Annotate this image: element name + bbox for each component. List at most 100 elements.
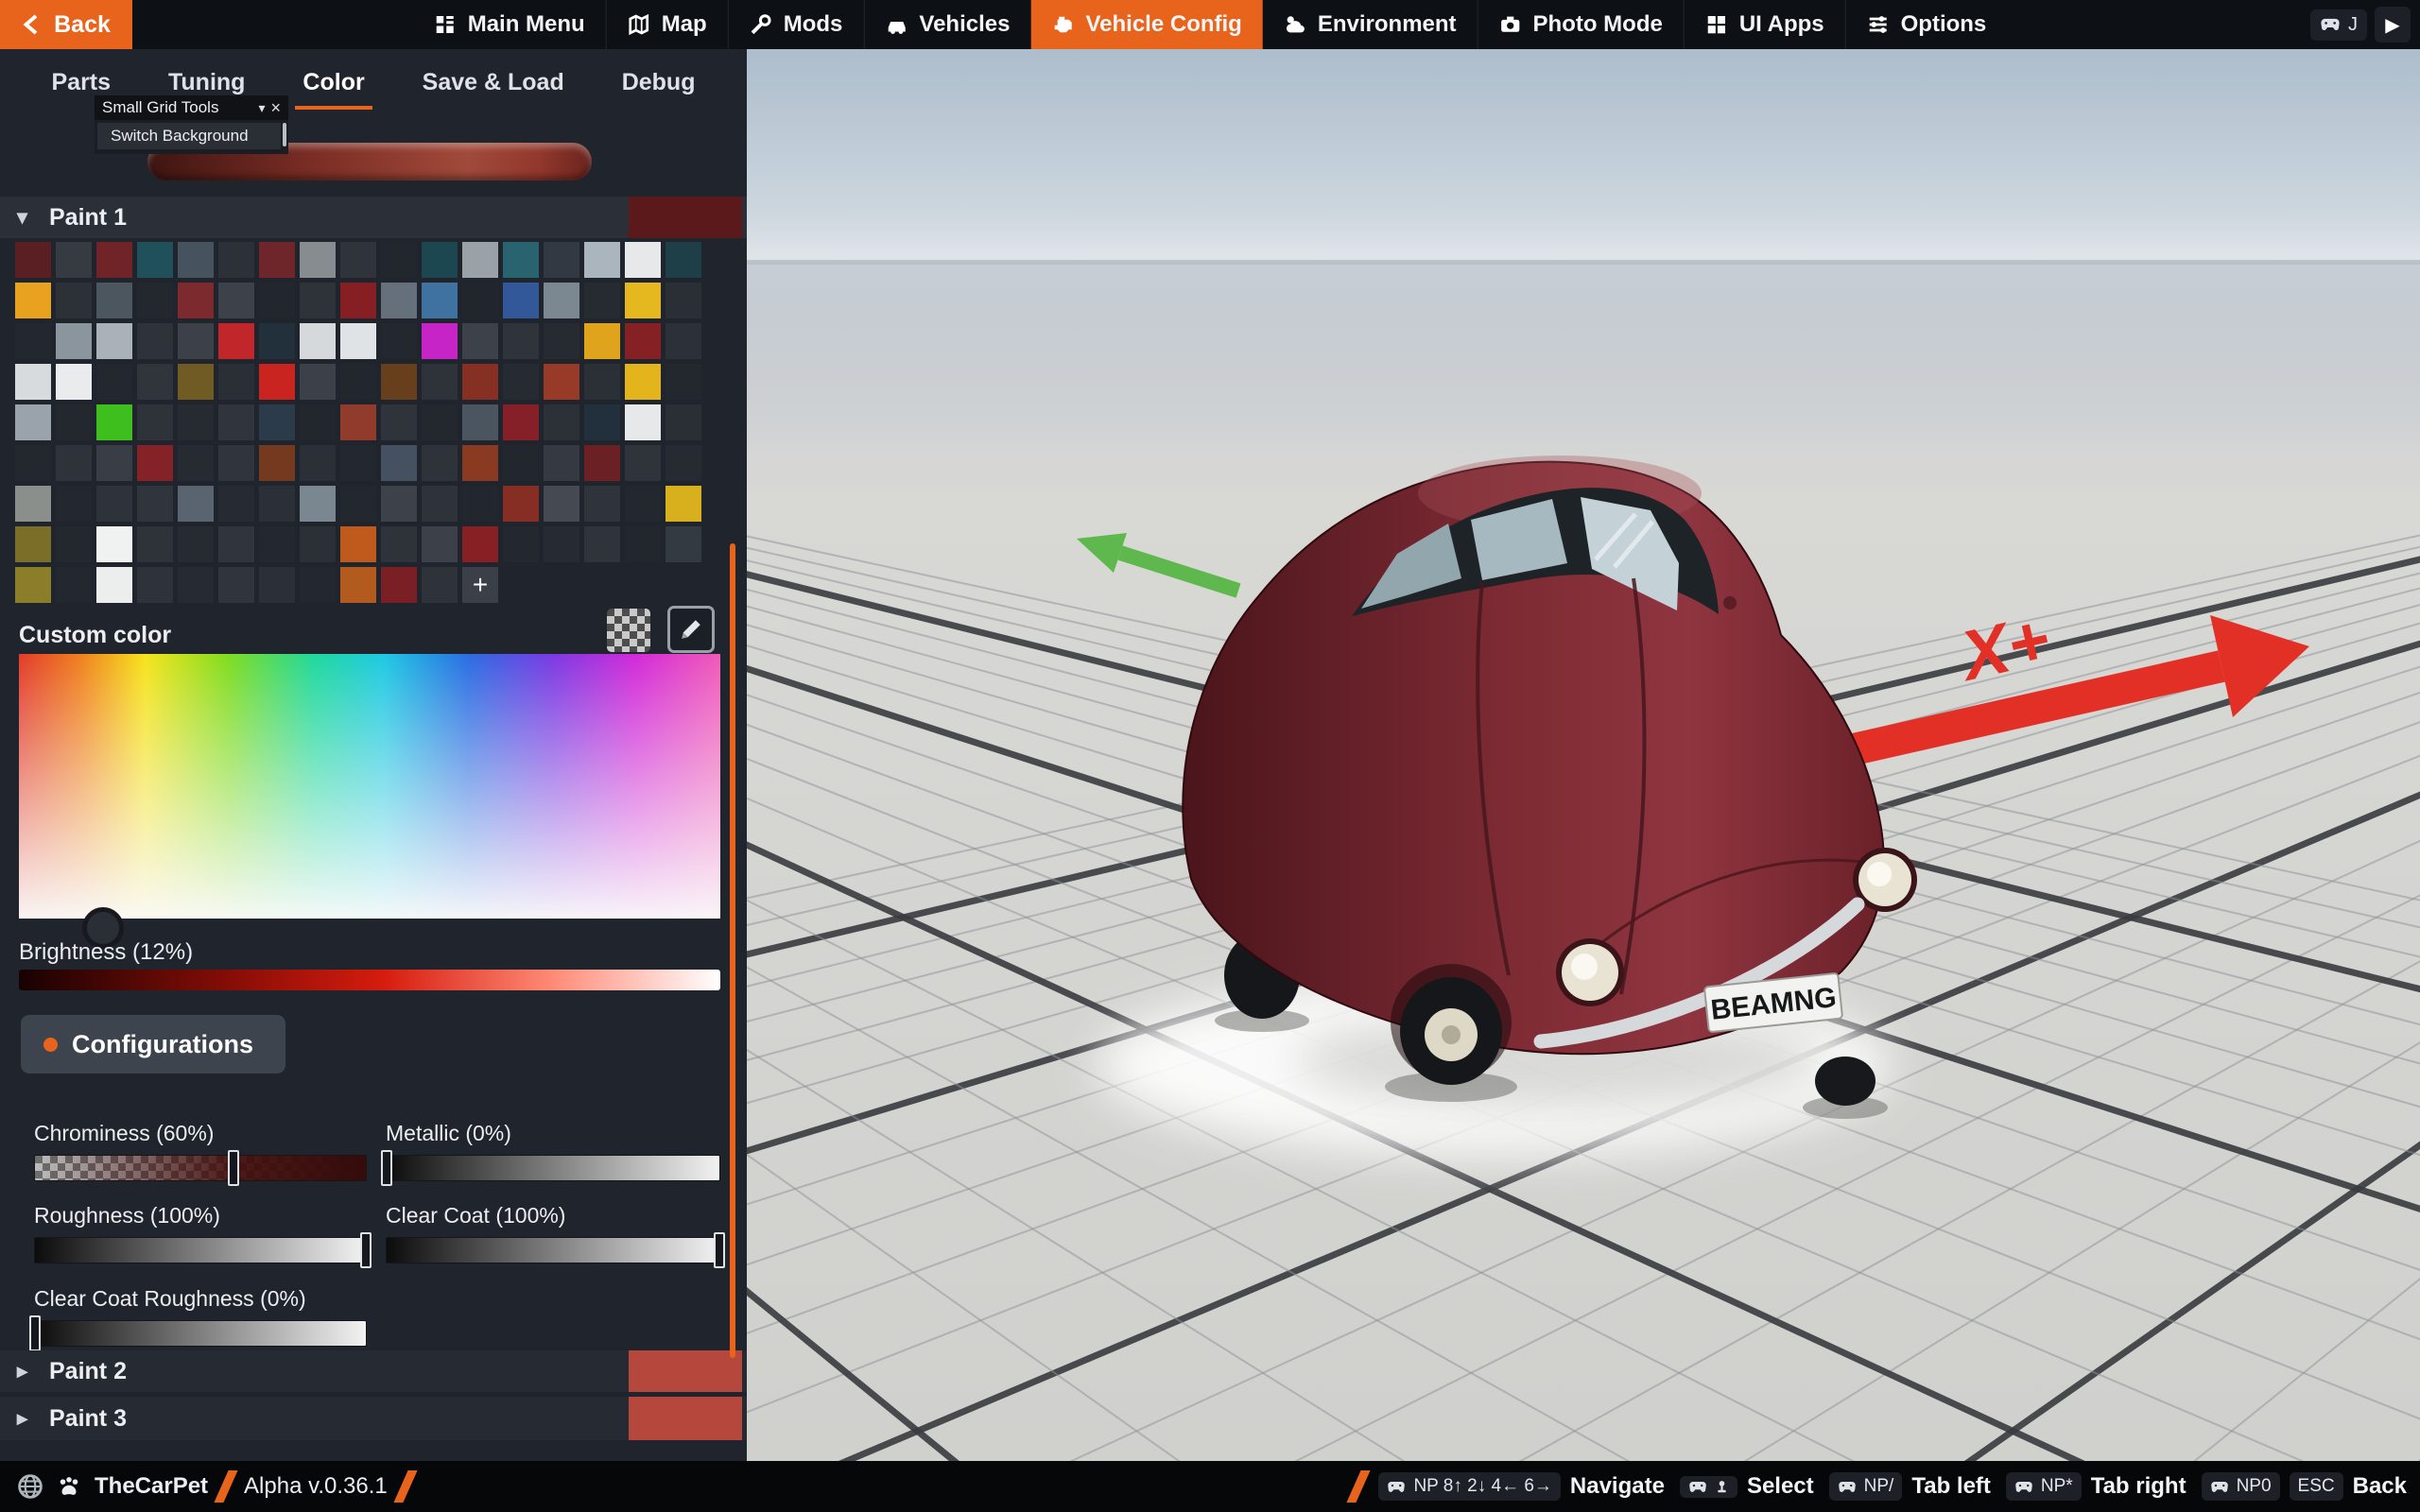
panel-scrollbar[interactable] [730,543,735,1358]
palette-swatch[interactable] [15,486,51,522]
palette-swatch[interactable] [96,486,132,522]
palette-swatch[interactable] [340,567,376,603]
palette-swatch[interactable] [625,486,661,522]
palette-swatch[interactable] [503,445,539,481]
palette-swatch[interactable] [381,445,417,481]
palette-swatch[interactable] [625,323,661,359]
palette-swatch[interactable] [178,323,214,359]
menu-item-photo-mode[interactable]: Photo Mode [1478,0,1684,49]
palette-swatch[interactable] [56,526,92,562]
chrominess-thumb[interactable] [228,1150,239,1186]
palette-swatch[interactable] [503,526,539,562]
palette-swatch[interactable] [340,364,376,400]
menu-item-mods[interactable]: Mods [728,0,864,49]
palette-swatch[interactable] [340,283,376,318]
palette-swatch[interactable] [584,445,620,481]
palette-swatch[interactable] [584,364,620,400]
roughness-track[interactable] [34,1237,367,1263]
palette-swatch[interactable] [178,526,214,562]
palette-swatch[interactable] [96,283,132,318]
palette-swatch[interactable] [137,526,173,562]
palette-swatch[interactable] [56,242,92,278]
palette-swatch[interactable] [178,364,214,400]
palette-swatch[interactable] [56,445,92,481]
palette-swatch[interactable] [178,242,214,278]
palette-swatch[interactable] [15,445,51,481]
paint2-section-header[interactable]: ▸ Paint 2 [0,1350,747,1392]
palette-swatch[interactable] [462,486,498,522]
paint2-current-swatch[interactable] [629,1350,742,1392]
palette-swatch[interactable] [666,242,701,278]
palette-swatch[interactable] [259,242,295,278]
play-button[interactable]: ▶ [2375,7,2411,43]
menu-item-vehicles[interactable]: Vehicles [863,0,1030,49]
palette-swatch[interactable] [96,242,132,278]
palette-swatch[interactable] [259,364,295,400]
palette-swatch[interactable] [584,486,620,522]
palette-swatch[interactable] [15,404,51,440]
palette-swatch[interactable] [625,404,661,440]
tab-save-load[interactable]: Save & Load [415,58,572,110]
palette-swatch[interactable] [666,283,701,318]
palette-swatch[interactable] [300,445,336,481]
palette-swatch[interactable] [422,364,458,400]
clear-coat-track[interactable] [386,1237,720,1263]
viewport-3d[interactable]: X+ [747,49,2420,1461]
edit-color-button[interactable] [667,606,715,653]
palette-swatch[interactable] [544,283,579,318]
palette-swatch[interactable] [666,364,701,400]
palette-swatch[interactable] [259,567,295,603]
palette-swatch[interactable] [300,526,336,562]
palette-swatch[interactable] [259,283,295,318]
palette-swatch[interactable] [15,364,51,400]
palette-swatch[interactable] [462,445,498,481]
palette-swatch[interactable] [462,323,498,359]
palette-swatch[interactable] [56,486,92,522]
palette-swatch[interactable] [666,404,701,440]
palette-swatch[interactable] [422,526,458,562]
x-axis-arrow[interactable]: X+ [1824,599,2309,756]
palette-swatch[interactable] [422,404,458,440]
palette-swatch[interactable] [666,526,701,562]
palette-swatch[interactable] [544,404,579,440]
palette-swatch[interactable] [96,364,132,400]
palette-swatch[interactable] [218,283,254,318]
palette-swatch[interactable] [300,323,336,359]
palette-swatch[interactable] [544,364,579,400]
palette-swatch[interactable] [625,445,661,481]
palette-swatch[interactable] [259,323,295,359]
palette-swatch[interactable] [503,283,539,318]
palette-swatch[interactable] [544,445,579,481]
palette-swatch[interactable] [218,567,254,603]
palette-swatch[interactable] [96,404,132,440]
dropdown-title-bar[interactable]: Small Grid Tools ▾ × [95,95,288,120]
palette-swatch[interactable] [218,242,254,278]
palette-swatch[interactable] [544,486,579,522]
palette-swatch[interactable] [178,486,214,522]
palette-swatch[interactable] [300,404,336,440]
palette-swatch[interactable] [96,567,132,603]
paint3-section-header[interactable]: ▸ Paint 3 [0,1397,747,1440]
palette-swatch[interactable] [381,283,417,318]
palette-swatch[interactable] [178,404,214,440]
palette-swatch[interactable] [544,242,579,278]
palette-swatch[interactable] [462,404,498,440]
palette-swatch[interactable] [422,242,458,278]
palette-swatch[interactable] [15,283,51,318]
palette-swatch[interactable] [137,486,173,522]
palette-swatch[interactable] [137,404,173,440]
palette-swatch[interactable] [96,526,132,562]
palette-swatch[interactable] [422,486,458,522]
chrominess-track[interactable] [34,1155,367,1181]
palette-swatch[interactable] [15,567,51,603]
palette-swatch[interactable] [381,404,417,440]
clear-coat-roughness-thumb[interactable] [29,1315,41,1351]
palette-swatch[interactable] [340,526,376,562]
menu-item-vehicle-config[interactable]: Vehicle Config [1030,0,1262,49]
palette-swatch[interactable] [584,323,620,359]
palette-swatch[interactable] [381,323,417,359]
menu-item-map[interactable]: Map [606,0,728,49]
palette-swatch[interactable] [462,364,498,400]
palette-swatch[interactable] [218,323,254,359]
palette-swatch[interactable] [178,445,214,481]
